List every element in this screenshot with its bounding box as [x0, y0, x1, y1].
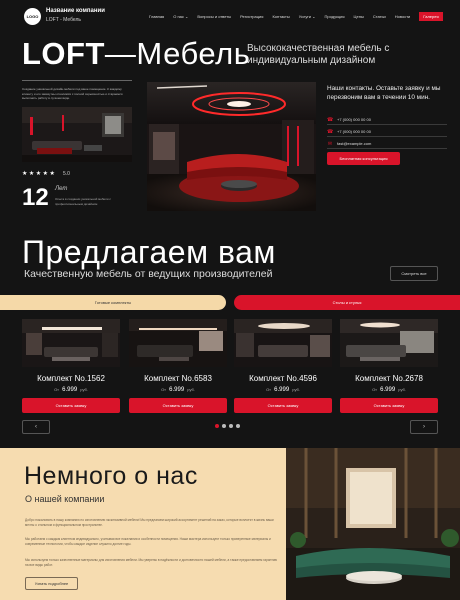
product-card: Комплект No.6583 От 6.999 руб. Оставить … [129, 319, 227, 413]
nav-item-services[interactable]: Услуги ⌄ [299, 14, 316, 19]
carousel-dots [215, 424, 240, 428]
chevron-down-icon: ⌄ [185, 14, 189, 19]
phone-row-1[interactable]: ☎ +7 (000) 000 00 00 [327, 115, 447, 125]
carousel-prev-button[interactable]: ‹ [22, 420, 50, 434]
nav-item-prices[interactable]: Цены [354, 14, 364, 19]
contact-title: Наши контакты. Оставьте заявку и мы пере… [327, 85, 441, 101]
rating-stars: ★★★★★ [22, 171, 57, 177]
divider [22, 80, 132, 81]
phone-icon: ☎ [327, 128, 334, 135]
product-name: Комплект No.2678 [355, 374, 423, 383]
tab-tables-chairs[interactable]: Столы и стулья [234, 295, 460, 310]
hero-description: Высококачественная мебель с индивидуальн… [247, 43, 390, 66]
nav-item-articles[interactable]: Статьи [373, 14, 386, 19]
hero-room-image [147, 82, 316, 211]
carousel-dot[interactable] [215, 424, 219, 428]
order-button[interactable]: Оставить заявку [22, 398, 120, 413]
years-description: Опыта в создании уникальной мебели с про… [55, 197, 111, 206]
product-name: Комплект No.4596 [249, 374, 317, 383]
tab-ready-sets[interactable]: Готовые комплекты [0, 295, 226, 310]
nav-item-gallery[interactable]: Галерея [419, 12, 443, 21]
product-price: От 6.999 руб. [161, 387, 195, 393]
offer-subtitle: Качественную мебель от ведущих производи… [24, 268, 273, 280]
rating-value: 5.0 [63, 171, 70, 177]
product-price: От 6.999 руб. [266, 387, 300, 393]
about-room-image [286, 448, 460, 600]
about-paragraph: Добро пожаловать в нашу компанию по изго… [25, 518, 274, 527]
product-name: Комплект No.1562 [37, 374, 105, 383]
company-subtitle: LOFT - Мебель [46, 17, 82, 23]
product-image [129, 319, 227, 367]
about-paragraph: Мы используем только качественные матери… [25, 558, 278, 567]
nav-item-home[interactable]: Главная [149, 14, 164, 19]
order-button[interactable]: Оставить заявку [340, 398, 438, 413]
product-image [340, 319, 438, 367]
nav-item-news[interactable]: Новости [395, 14, 410, 19]
carousel-dot[interactable] [229, 424, 233, 428]
view-all-button[interactable]: Смотреть все [390, 266, 438, 281]
free-consultation-button[interactable]: Бесплатная консультация [327, 152, 400, 165]
product-image [22, 319, 120, 367]
product-name: Комплект No.6583 [144, 374, 212, 383]
product-card: Комплект No.4596 От 6.999 руб. Оставить … [234, 319, 332, 413]
product-price: От 6.999 руб. [372, 387, 406, 393]
hero-small-text: Создание уникальной дизайн-мебели под ва… [22, 87, 123, 100]
room-preview-image [22, 107, 132, 162]
nav-item-products[interactable]: Продукция [325, 14, 345, 19]
nav-item-faq[interactable]: Вопросы и ответы [197, 14, 231, 19]
nav-item-contacts[interactable]: Контакты [272, 14, 289, 19]
chevron-down-icon: ⌄ [312, 14, 316, 19]
carousel-next-button[interactable]: › [410, 420, 438, 434]
carousel-dot[interactable] [236, 424, 240, 428]
carousel-dot[interactable] [222, 424, 226, 428]
product-card: Комплект No.1562 От 6.999 руб. Оставить … [22, 319, 120, 413]
nav-item-about[interactable]: О нас ⌄ [173, 14, 188, 19]
about-paragraph: Мы работаем с каждым клиентом индивидуал… [25, 537, 271, 546]
company-logo[interactable]: LOGO [24, 8, 41, 25]
phone-row-2[interactable]: ☎ +7 (000) 000 00 00 [327, 127, 447, 137]
about-title: Немного о нас [24, 462, 198, 490]
years-label: Лет [55, 186, 68, 192]
order-button[interactable]: Оставить заявку [129, 398, 227, 413]
product-card: Комплект No.2678 От 6.999 руб. Оставить … [340, 319, 438, 413]
mail-icon: ✉ [327, 140, 333, 147]
offer-title: Предлагаем вам [22, 234, 276, 270]
company-name: Название компании [46, 8, 105, 14]
product-image [234, 319, 332, 367]
about-subtitle: О нашей компании [25, 494, 105, 504]
years-number: 12 [22, 184, 49, 211]
email-row[interactable]: ✉ fast@example.com [327, 139, 447, 149]
main-nav: Главная О нас ⌄ Вопросы и ответы Регистр… [149, 12, 443, 21]
product-price: От 6.999 руб. [54, 387, 88, 393]
learn-more-button[interactable]: Узнать подробнее [25, 577, 78, 590]
order-button[interactable]: Оставить заявку [234, 398, 332, 413]
phone-icon: ☎ [327, 116, 334, 123]
hero-title: LOFT—Мебель [22, 36, 251, 71]
nav-item-register[interactable]: Регистрация [240, 14, 263, 19]
